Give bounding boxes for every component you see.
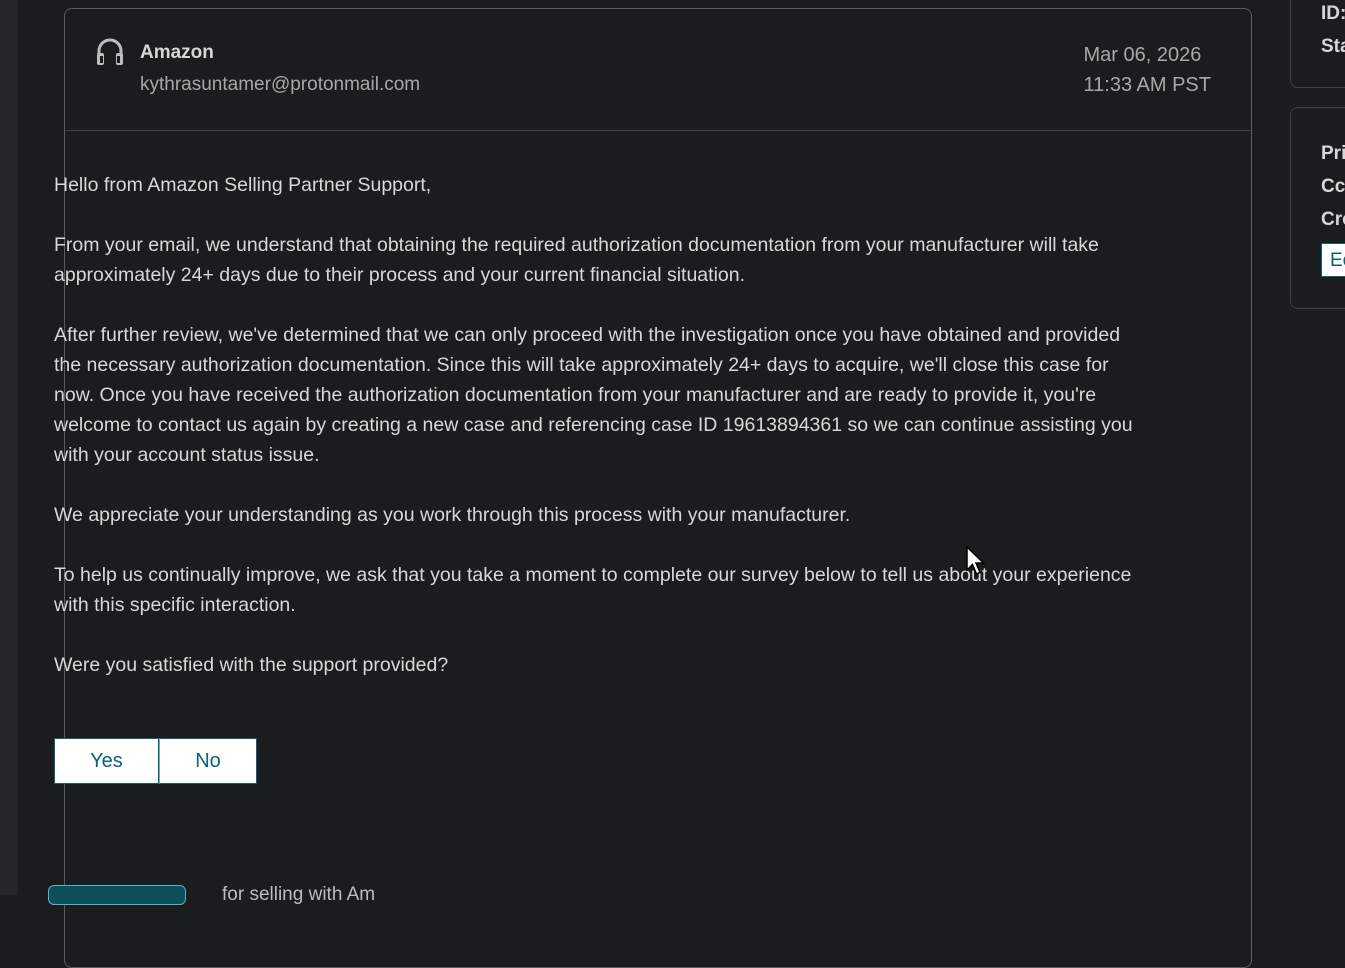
message-body: Hello from Amazon Selling Partner Suppor… (54, 170, 1144, 710)
survey-no-button[interactable]: No (159, 738, 257, 784)
created-label: Cre (1321, 209, 1345, 230)
window-edge-strip (0, 0, 18, 895)
sender-name: Amazon (140, 42, 214, 63)
case-status-label: Sta (1321, 36, 1345, 57)
body-paragraph: Hello from Amazon Selling Partner Suppor… (54, 174, 432, 196)
message-timestamp: Mar 06, 2026 11:33 AM PST (1084, 40, 1211, 100)
mouse-cursor-icon (966, 546, 986, 575)
body-paragraph: We appreciate your understanding as you … (54, 504, 851, 526)
survey-yes-button[interactable]: Yes (54, 738, 159, 784)
cc-label: Cc: (1321, 176, 1345, 197)
case-id-label: ID: (1321, 3, 1345, 24)
survey-question: Were you satisfied with the support prov… (54, 654, 449, 676)
primary-label: Pri (1321, 143, 1345, 164)
next-message-preview: for selling with Am (222, 884, 376, 905)
message-time: 11:33 AM PST (1083, 74, 1211, 96)
message-header: Amazon kythrasuntamer@protonmail.com Mar… (65, 9, 1251, 131)
edit-button[interactable]: Ec (1321, 243, 1345, 277)
body-paragraph: After further review, we've determined t… (54, 324, 1133, 466)
body-paragraph: From your email, we understand that obta… (54, 234, 1099, 286)
case-details-card: ID: Sta (1290, 0, 1345, 88)
survey-buttons: Yes No (54, 738, 257, 784)
next-message-button[interactable] (48, 885, 186, 905)
case-info-card: Pri Cc: Cre Ec (1290, 107, 1345, 309)
sender-email: kythrasuntamer@protonmail.com (140, 74, 421, 95)
headset-icon (97, 38, 123, 65)
message-date: Mar 06, 2026 (1083, 44, 1202, 66)
